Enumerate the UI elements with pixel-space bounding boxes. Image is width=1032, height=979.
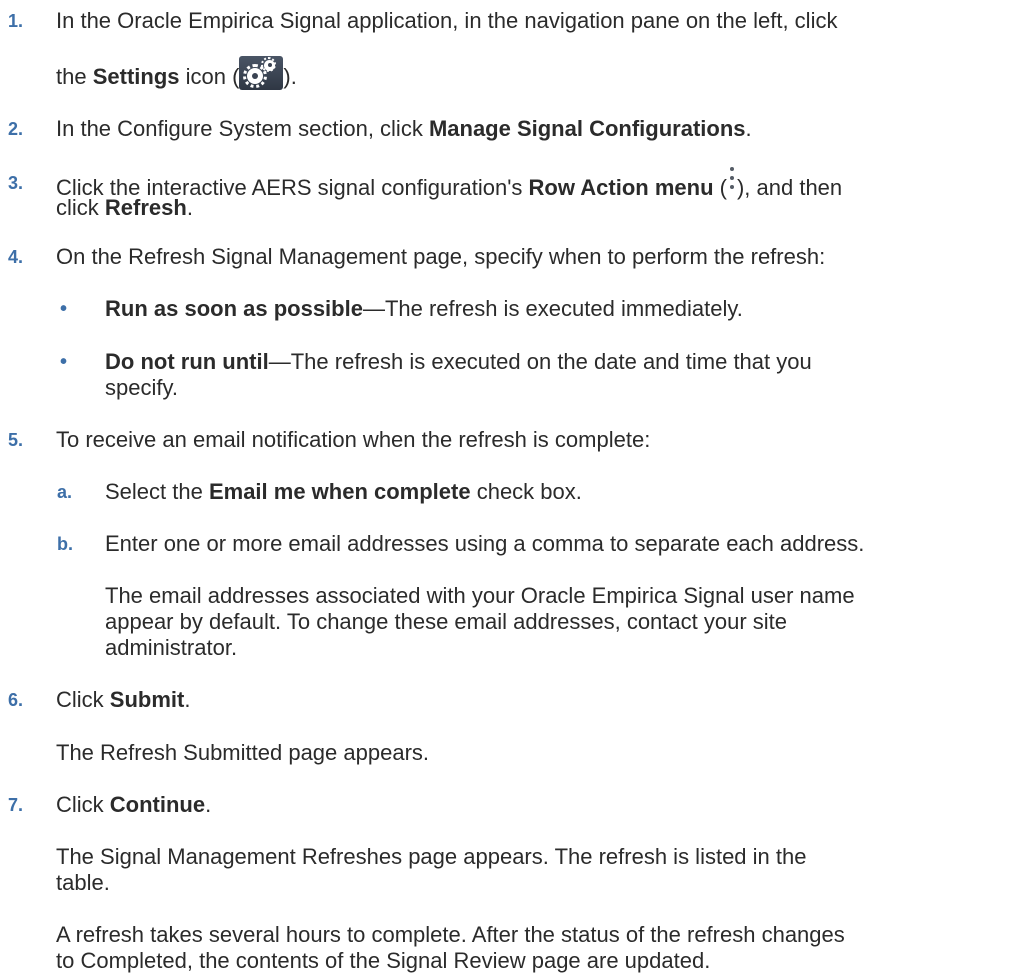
- settings-gear-icon: [239, 55, 284, 90]
- step-text: In the Oracle Empirica Signal applicatio…: [56, 8, 838, 34]
- bullet-symbol: •: [60, 350, 68, 373]
- note-text: The Refresh Submitted page appears.: [56, 739, 430, 765]
- step-text: Click Continue.: [56, 791, 212, 817]
- step-text: the Settings icon ().: [56, 55, 1026, 93]
- substep-text: Enter one or more email addresses using …: [105, 531, 865, 557]
- continue-label: Continue: [109, 791, 206, 817]
- step-text: In the Configure System section, click M…: [56, 116, 752, 142]
- note-text: table.: [56, 869, 110, 895]
- step-number: 1.: [8, 11, 24, 32]
- step-text: To receive an email notification when th…: [56, 426, 651, 452]
- refresh-label: Refresh: [104, 195, 187, 221]
- settings-label: Settings: [92, 63, 180, 89]
- submit-label: Submit: [109, 687, 185, 713]
- note-text: to Completed, the contents of the Signal…: [56, 948, 711, 973]
- manage-signal-configurations-label: Manage Signal Configurations: [428, 116, 746, 142]
- step-text: Click Submit.: [56, 687, 191, 713]
- substep-letter: a.: [57, 482, 73, 503]
- step-text: On the Refresh Signal Management page, s…: [56, 243, 826, 269]
- substep-text: Select the Email me when complete check …: [105, 479, 582, 505]
- kebab-menu-icon: [727, 167, 737, 193]
- note-text: administrator.: [105, 635, 238, 661]
- substep-letter: b.: [57, 534, 73, 555]
- step-number: 3.: [8, 173, 24, 194]
- step-number: 4.: [8, 246, 24, 267]
- email-me-when-complete-label: Email me when complete: [208, 479, 471, 505]
- procedure-document: 1. In the Oracle Empirica Signal applica…: [0, 0, 1032, 979]
- step-number: 7.: [8, 794, 24, 815]
- step-number: 5.: [8, 429, 24, 450]
- bullet-text: specify.: [105, 374, 178, 400]
- step-number: 2.: [8, 119, 24, 140]
- bullet-symbol: •: [60, 297, 68, 320]
- step-number: 6.: [8, 690, 24, 711]
- bullet-text: Run as soon as possible—The refresh is e…: [105, 295, 743, 321]
- step-text: click Refresh.: [56, 195, 193, 221]
